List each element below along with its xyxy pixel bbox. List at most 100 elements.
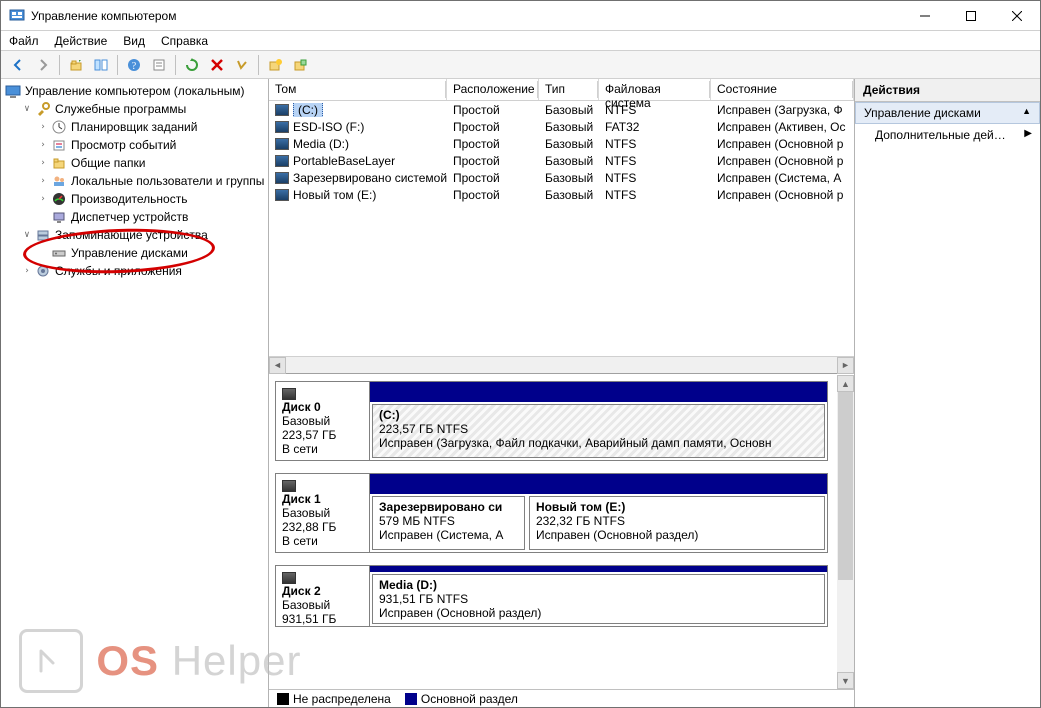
disk-info: Диск 2Базовый931,51 ГБВ сети <box>276 566 370 626</box>
actions-section[interactable]: Управление дисками ▲ <box>855 102 1040 124</box>
tree-performance[interactable]: ›Производительность <box>35 190 266 208</box>
device-icon <box>51 209 67 225</box>
col-status[interactable]: Состояние <box>711 79 854 100</box>
disk-block[interactable]: Диск 2Базовый931,51 ГБВ сетиMedia (D:)93… <box>275 565 828 627</box>
tree-event-viewer[interactable]: ›Просмотр событий <box>35 136 266 154</box>
vscrollbar[interactable]: ▲ ▼ <box>837 375 854 689</box>
volume-row[interactable]: Зарезервировано системойПростойБазовыйNT… <box>269 169 854 186</box>
maximize-button[interactable] <box>948 1 994 30</box>
volume-icon <box>275 189 289 201</box>
actions-more[interactable]: Дополнительные дей… ▶ <box>855 124 1040 146</box>
col-fs[interactable]: Файловая система <box>599 79 711 100</box>
computer-icon <box>5 83 21 99</box>
chevron-right-icon: ▶ <box>1024 128 1032 142</box>
volume-columns: Том Расположение Тип Файловая система Со… <box>269 79 854 101</box>
volume-icon <box>275 138 289 150</box>
scroll-left-button[interactable]: ◄ <box>269 357 286 374</box>
expand-icon[interactable]: › <box>37 139 49 151</box>
volume-row[interactable]: ESD-ISO (F:)ПростойБазовыйFAT32Исправен … <box>269 118 854 135</box>
volume-icon <box>275 172 289 184</box>
titlebar: Управление компьютером <box>1 1 1040 31</box>
volume-row[interactable]: Media (D:)ПростойБазовыйNTFSИсправен (Ос… <box>269 135 854 152</box>
tree-task-scheduler[interactable]: ›Планировщик заданий <box>35 118 266 136</box>
collapse-icon[interactable]: ∨ <box>21 229 33 241</box>
scroll-thumb[interactable] <box>838 392 853 580</box>
volume-list[interactable]: Том Расположение Тип Файловая система Со… <box>269 79 854 374</box>
expand-icon[interactable]: › <box>37 121 49 133</box>
menu-action[interactable]: Действие <box>55 34 108 48</box>
menubar: Файл Действие Вид Справка <box>1 31 1040 51</box>
col-type[interactable]: Тип <box>539 79 599 100</box>
menu-file[interactable]: Файл <box>9 34 39 48</box>
minimize-button[interactable] <box>902 1 948 30</box>
actions-header: Действия <box>855 79 1040 102</box>
up-button[interactable] <box>65 54 87 76</box>
volume-icon <box>275 121 289 133</box>
back-button[interactable] <box>7 54 29 76</box>
expand-icon[interactable]: › <box>37 157 49 169</box>
actions-pane: Действия Управление дисками ▲ Дополнител… <box>855 79 1040 707</box>
partition[interactable]: (C:)223,57 ГБ NTFSИсправен (Загрузка, Фа… <box>372 404 825 458</box>
center-panel: Том Расположение Тип Файловая система Со… <box>269 79 855 707</box>
tree-services[interactable]: › Службы и приложения <box>19 262 266 280</box>
refresh-button[interactable] <box>181 54 203 76</box>
legend: Не распределена Основной раздел <box>269 689 854 707</box>
expand-icon[interactable]: › <box>37 193 49 205</box>
scroll-down-button[interactable]: ▼ <box>837 672 854 689</box>
tree-device-manager[interactable]: Диспетчер устройств <box>35 208 266 226</box>
settings-button[interactable] <box>289 54 311 76</box>
disk-info: Диск 1Базовый232,88 ГБВ сети <box>276 474 370 552</box>
tree-local-users[interactable]: ›Локальные пользователи и группы <box>35 172 266 190</box>
col-layout[interactable]: Расположение <box>447 79 539 100</box>
tree-root[interactable]: Управление компьютером (локальным) <box>3 82 266 100</box>
volume-row[interactable]: PortableBaseLayerПростойБазовыйNTFSИспра… <box>269 152 854 169</box>
disk-graphic-panel[interactable]: Диск 0Базовый223,57 ГБВ сети(C:)223,57 Г… <box>269 374 854 707</box>
tree-root-label: Управление компьютером (локальным) <box>25 84 245 98</box>
delete-button[interactable] <box>206 54 228 76</box>
partition[interactable]: Media (D:)931,51 ГБ NTFSИсправен (Основн… <box>372 574 825 624</box>
scroll-up-button[interactable]: ▲ <box>837 375 854 392</box>
eject-button[interactable] <box>231 54 253 76</box>
tree-system-tools[interactable]: ∨ Служебные программы <box>19 100 266 118</box>
volume-icon <box>275 155 289 167</box>
collapse-icon[interactable]: ∨ <box>21 103 33 115</box>
close-button[interactable] <box>994 1 1040 30</box>
nav-tree[interactable]: Управление компьютером (локальным) ∨ Слу… <box>1 79 269 707</box>
clock-icon <box>51 119 67 135</box>
folder-icon <box>51 155 67 171</box>
menu-help[interactable]: Справка <box>161 34 208 48</box>
window-title: Управление компьютером <box>31 9 902 23</box>
scroll-right-button[interactable]: ► <box>837 357 854 374</box>
volume-row[interactable]: (C:)ПростойБазовыйNTFSИсправен (Загрузка… <box>269 101 854 118</box>
partition[interactable]: Зарезервировано си579 МБ NTFSИсправен (С… <box>372 496 525 550</box>
legend-unallocated: Не распределена <box>277 692 391 706</box>
app-icon <box>9 8 25 24</box>
event-icon <box>51 137 67 153</box>
hscrollbar[interactable]: ◄ ► <box>269 356 854 373</box>
partition[interactable]: Новый том (E:)232,32 ГБ NTFSИсправен (Ос… <box>529 496 825 550</box>
services-icon <box>35 263 51 279</box>
users-icon <box>51 173 67 189</box>
volume-icon <box>275 104 289 116</box>
col-volume[interactable]: Том <box>269 79 447 100</box>
tree-storage[interactable]: ∨ Запоминающие устройства <box>19 226 266 244</box>
expand-icon[interactable]: › <box>37 175 49 187</box>
disk-block[interactable]: Диск 0Базовый223,57 ГБВ сети(C:)223,57 Г… <box>275 381 828 461</box>
disk-icon <box>282 388 296 400</box>
show-hide-tree-button[interactable] <box>90 54 112 76</box>
disk-icon <box>51 245 67 261</box>
properties-button[interactable] <box>148 54 170 76</box>
forward-button[interactable] <box>32 54 54 76</box>
tools-icon <box>35 101 51 117</box>
volume-row[interactable]: Новый том (E:)ПростойБазовыйNTFSИсправен… <box>269 186 854 203</box>
menu-view[interactable]: Вид <box>123 34 145 48</box>
disk-block[interactable]: Диск 1Базовый232,88 ГБВ сетиЗарезервиров… <box>275 473 828 553</box>
help-button[interactable]: ? <box>123 54 145 76</box>
tree-shared-folders[interactable]: ›Общие папки <box>35 154 266 172</box>
collapse-icon[interactable]: ▲ <box>1022 106 1031 120</box>
disk-info: Диск 0Базовый223,57 ГБВ сети <box>276 382 370 460</box>
expand-icon[interactable]: › <box>21 265 33 277</box>
new-button[interactable] <box>264 54 286 76</box>
disk-icon <box>282 572 296 584</box>
tree-disk-management[interactable]: Управление дисками <box>35 244 266 262</box>
